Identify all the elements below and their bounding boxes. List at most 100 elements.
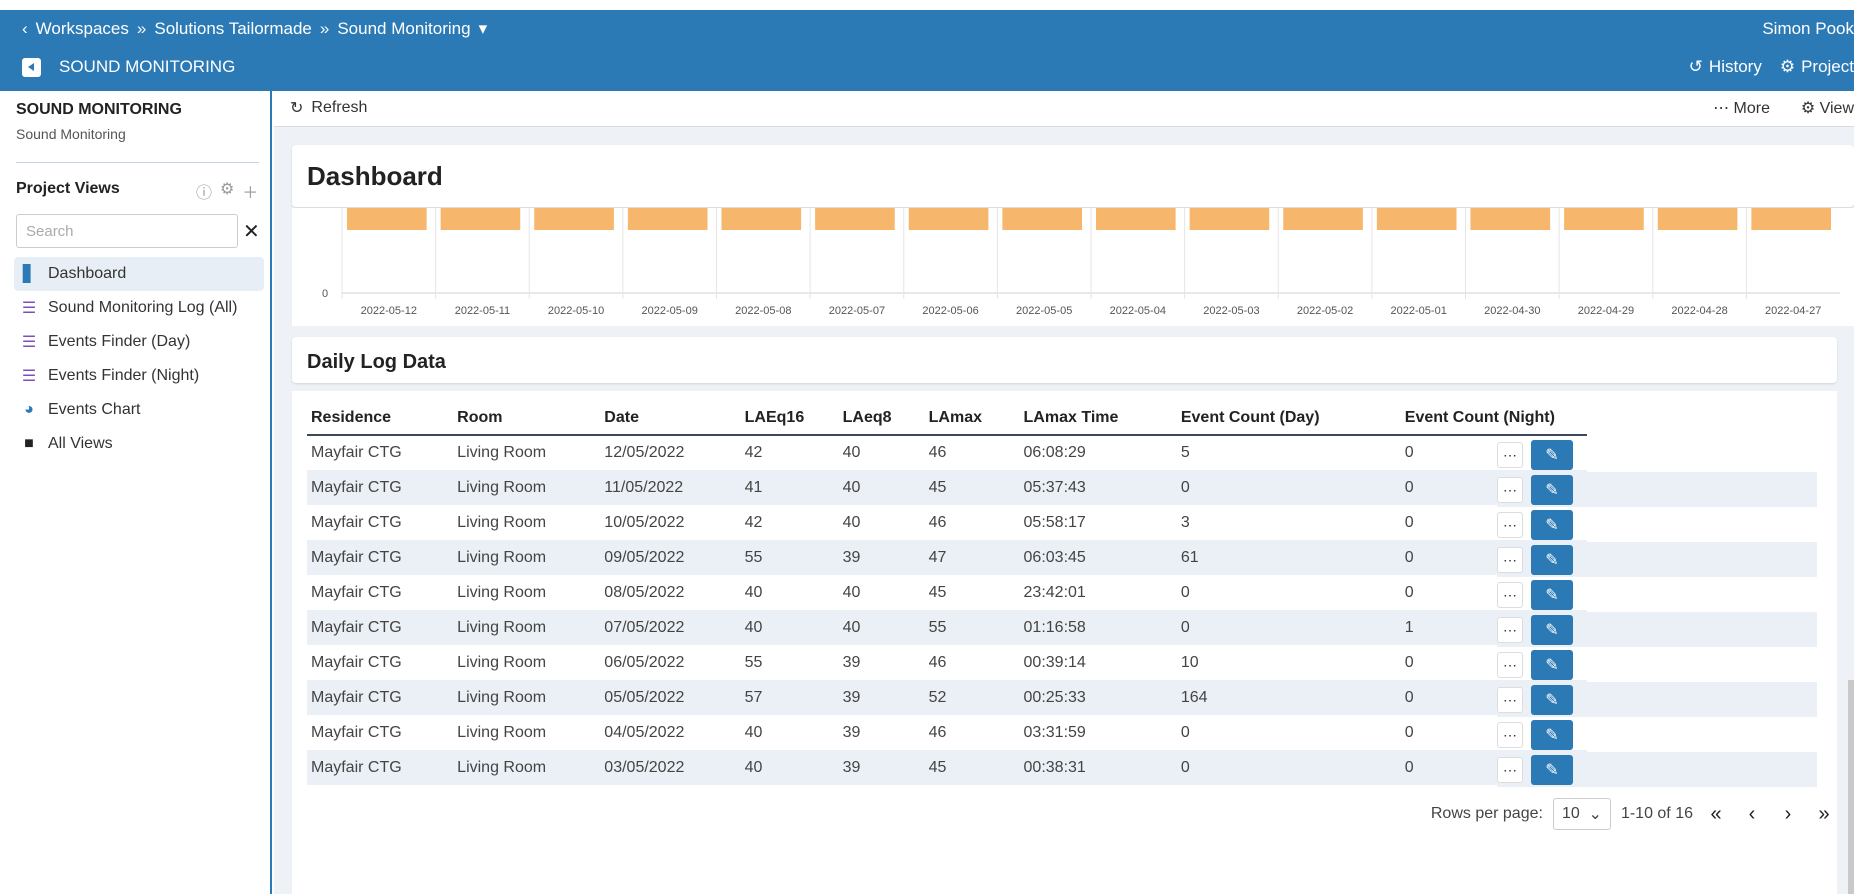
row-edit-button[interactable]: ✎: [1531, 545, 1573, 575]
row-more-button[interactable]: ⋯: [1497, 687, 1523, 713]
row-more-button[interactable]: ⋯: [1497, 582, 1523, 608]
row-edit-button[interactable]: ✎: [1531, 440, 1573, 470]
table-cell: Mayfair CTG: [311, 723, 402, 741]
bar[interactable]: [534, 208, 614, 230]
divider: [16, 162, 259, 163]
row-edit-button[interactable]: ✎: [1531, 650, 1573, 680]
bar[interactable]: [815, 208, 895, 230]
sidebar-item-dashboard[interactable]: ▋ Dashboard: [14, 257, 264, 291]
more-button[interactable]: ⋯ More: [1713, 98, 1770, 118]
rows-per-page-label: Rows per page:: [1430, 805, 1543, 822]
first-page-button[interactable]: «: [1703, 803, 1729, 826]
table-cell: 45: [924, 470, 1020, 505]
column-header[interactable]: Residence: [307, 401, 454, 436]
edit-icon: ✎: [1545, 622, 1559, 639]
table-cell: 55: [744, 653, 763, 671]
bar[interactable]: [1751, 208, 1831, 230]
table-cell: 0: [1180, 723, 1190, 741]
gear-icon[interactable]: ⚙: [220, 179, 234, 203]
bar[interactable]: [440, 208, 521, 230]
search-input[interactable]: [16, 214, 238, 248]
row-more-button[interactable]: ⋯: [1497, 547, 1523, 573]
bar[interactable]: [721, 208, 802, 230]
bar[interactable]: [908, 208, 989, 230]
row-edit-button[interactable]: ✎: [1531, 755, 1573, 785]
row-more-button[interactable]: ⋯: [1497, 617, 1523, 643]
plus-icon[interactable]: ＋: [242, 179, 258, 203]
bar[interactable]: [1376, 208, 1457, 230]
table-cell: 40: [740, 750, 839, 785]
table-cell: Living Room: [457, 723, 547, 741]
row-more-button[interactable]: ⋯: [1497, 652, 1523, 678]
sidebar-item-events-finder-day[interactable]: ☰ Events Finder (Day): [14, 325, 264, 359]
row-edit-button[interactable]: ✎: [1531, 685, 1573, 715]
bar[interactable]: [347, 208, 427, 230]
row-action-group: ⋯ ✎: [1497, 437, 1847, 472]
column-header[interactable]: Room: [453, 401, 601, 436]
sidebar-item-events-chart[interactable]: ◕ Events Chart: [14, 393, 264, 427]
bar[interactable]: [1470, 208, 1551, 230]
caret-down-icon[interactable]: ▾: [479, 19, 488, 39]
row-more-button[interactable]: ⋯: [1497, 722, 1523, 748]
row-more-button[interactable]: ⋯: [1497, 512, 1523, 538]
bar[interactable]: [1002, 208, 1082, 230]
list-icon: ☰: [21, 334, 37, 351]
user-name[interactable]: Simon Pook: [1762, 19, 1854, 39]
sidebar-item-events-finder-night[interactable]: ☰ Events Finder (Night): [14, 359, 264, 393]
project-button[interactable]: ⚙ Project: [1780, 57, 1854, 77]
table-cell: 46: [928, 444, 947, 461]
row-edit-button[interactable]: ✎: [1531, 510, 1573, 540]
bar-chart: 0 2022-05-12 2022-05-11 2022-05-10 2022-05-0…: [292, 208, 1854, 326]
row-more-button[interactable]: ⋯: [1497, 477, 1523, 503]
row-more-button[interactable]: ⋯: [1497, 442, 1523, 468]
table-cell: 41: [740, 470, 839, 505]
column-header[interactable]: LAmax: [924, 401, 1020, 436]
next-page-button[interactable]: ›: [1775, 803, 1801, 826]
column-header[interactable]: Event Count (Night): [1400, 401, 1587, 436]
row-more-button[interactable]: ⋯: [1497, 757, 1523, 783]
chevron-left-icon[interactable]: ‹: [22, 19, 28, 39]
column-header[interactable]: LAeq8: [838, 401, 925, 436]
column-header[interactable]: Event Count (Day): [1176, 401, 1401, 436]
bar[interactable]: [1189, 208, 1270, 230]
row-edit-button[interactable]: ✎: [1531, 720, 1573, 750]
x-tick-label: 2022-04-27: [1765, 305, 1821, 317]
prev-page-button[interactable]: ‹: [1739, 803, 1765, 826]
breadcrumb-solutions[interactable]: Solutions Tailormade: [154, 19, 312, 39]
x-tick-label: 2022-05-08: [735, 305, 791, 317]
scrollbar[interactable]: [1848, 680, 1854, 894]
bar[interactable]: [1657, 208, 1738, 230]
column-header[interactable]: LAmax Time: [1019, 401, 1177, 436]
breadcrumb-workspaces[interactable]: Workspaces: [36, 19, 129, 39]
table-cell: 57: [740, 680, 839, 715]
bar[interactable]: [1283, 208, 1363, 230]
page-title: Dashboard: [307, 161, 443, 191]
last-page-button[interactable]: »: [1811, 803, 1837, 826]
breadcrumb-sound-monitoring[interactable]: Sound Monitoring: [337, 19, 470, 39]
row-edit-button[interactable]: ✎: [1531, 580, 1573, 610]
collapse-icon[interactable]: [22, 57, 41, 77]
bar[interactable]: [627, 208, 708, 230]
history-button[interactable]: ↺ History: [1689, 57, 1762, 77]
ellipsis-icon: ⋯: [1503, 621, 1517, 638]
table-cell: 06:08:29: [1023, 444, 1086, 461]
view-button[interactable]: ⚙ View: [1801, 98, 1854, 118]
x-tick-label: 2022-05-05: [1016, 305, 1072, 317]
table-cell: 40: [842, 444, 861, 461]
column-header[interactable]: LAEq16: [740, 401, 839, 436]
sidebar-item-all-views[interactable]: ■ All Views: [14, 427, 264, 461]
rows-per-page-select[interactable]: 10 ⌄: [1552, 798, 1611, 830]
help-icon[interactable]: ⓘ: [196, 179, 212, 203]
row-edit-button[interactable]: ✎: [1531, 475, 1573, 505]
column-header[interactable]: Date: [600, 401, 741, 436]
project-views-heading: Project Views: [16, 180, 120, 197]
close-icon[interactable]: ✕: [243, 219, 260, 244]
ellipsis-icon: ⋯: [1503, 691, 1517, 708]
sidebar-item-sound-monitoring-log[interactable]: ☰ Sound Monitoring Log (All): [14, 291, 264, 325]
refresh-button[interactable]: ↻ Refresh: [290, 98, 367, 118]
table-cell: 55: [924, 610, 1020, 645]
bar[interactable]: [1096, 208, 1176, 230]
page-range: 1-10 of 16: [1620, 805, 1693, 822]
bar[interactable]: [1564, 208, 1644, 230]
row-edit-button[interactable]: ✎: [1531, 615, 1573, 645]
